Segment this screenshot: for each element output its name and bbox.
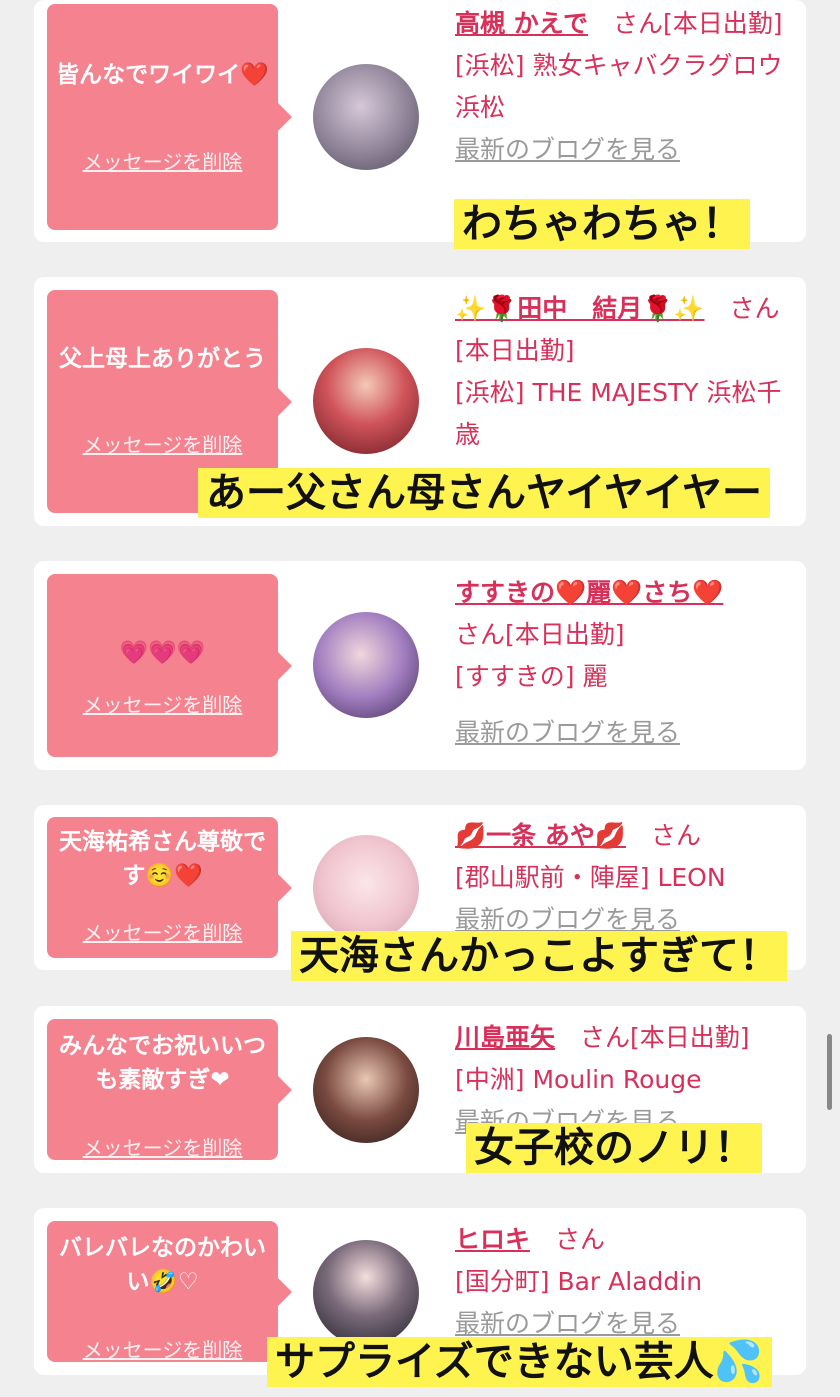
cast-info: 高槻 かえで さん[本日出勤] [浜松] 熟女キャバクラグロウ 浜松 最新のブロ… xyxy=(455,3,795,171)
video-caption: 天海さんかっこよすぎて！ xyxy=(291,931,787,981)
delete-message-link[interactable]: メッセージを削除 xyxy=(47,1334,278,1363)
message-text: 父上母上ありがとう xyxy=(59,346,266,372)
message-text: 天海祐希さん尊敬です☺️❤️ xyxy=(59,829,266,889)
message-text: 💗💗💗 xyxy=(119,640,206,666)
cast-info: 💋一条 あや💋 さん [郡山駅前・陣屋] LEON 最新のブログを見る xyxy=(455,815,795,941)
delete-message-link[interactable]: メッセージを削除 xyxy=(47,1132,278,1161)
video-caption: サプライズできない芸人💦 xyxy=(267,1337,772,1387)
cast-info: ヒロキ さん [国分町] Bar Aladdin 最新のブログを見る xyxy=(455,1219,795,1345)
shop-name: [中洲] Moulin Rouge xyxy=(455,1065,702,1094)
avatar[interactable] xyxy=(313,1240,419,1346)
cast-info: ✨🌹田中 結月🌹✨ さん[本日出勤] [浜松] THE MAJESTY 浜松千歳 xyxy=(455,288,795,456)
message-bubble: みんなでお祝いいつも素敵すぎ❤ メッセージを削除 xyxy=(47,1019,292,1161)
scrollbar[interactable] xyxy=(827,1034,832,1110)
shop-name: [浜松] THE MAJESTY 浜松千歳 xyxy=(455,378,782,449)
message-text: みんなでお祝いいつも素敵すぎ❤ xyxy=(59,1033,266,1093)
message-text: 皆んなでワイワイ❤️ xyxy=(56,62,269,88)
cast-info: すすきの❤️麗❤️さち❤️ さん[本日出勤] [すすきの] 麗 最新のブログを見… xyxy=(455,572,795,768)
message-bubble: バレバレなのかわいい🤣♡ メッセージを削除 xyxy=(47,1221,292,1363)
avatar[interactable] xyxy=(313,1037,419,1143)
cast-status: さん xyxy=(650,821,701,850)
delete-message-link[interactable]: メッセージを削除 xyxy=(47,146,278,175)
latest-blog-link[interactable]: 最新のブログを見る xyxy=(455,135,680,164)
latest-blog-link[interactable]: 最新のブログを見る xyxy=(455,718,680,747)
cast-name-link[interactable]: 💋一条 あや💋 xyxy=(455,821,626,850)
avatar[interactable] xyxy=(313,835,419,941)
avatar[interactable] xyxy=(313,612,419,718)
avatar[interactable] xyxy=(313,348,419,454)
avatar[interactable] xyxy=(313,64,419,170)
latest-blog-link[interactable]: 最新のブログを見る xyxy=(455,1309,680,1338)
shop-name: [すすきの] 麗 xyxy=(455,662,608,691)
video-caption: わちゃわちゃ！ xyxy=(454,199,750,249)
cast-name-link[interactable]: 川島亜矢 xyxy=(455,1023,555,1052)
delete-message-link[interactable]: メッセージを削除 xyxy=(47,429,278,458)
message-card: 💗💗💗 メッセージを削除 すすきの❤️麗❤️さち❤️ さん[本日出勤] [すすき… xyxy=(34,561,806,770)
video-caption: あー父さん母さんヤイヤイヤー xyxy=(198,468,770,518)
shop-name: [郡山駅前・陣屋] LEON xyxy=(455,863,726,892)
shop-name: [浜松] 熟女キャバクラグロウ 浜松 xyxy=(455,51,783,122)
message-bubble: 天海祐希さん尊敬です☺️❤️ メッセージを削除 xyxy=(47,817,292,958)
cast-name-link[interactable]: 高槻 かえで xyxy=(455,9,588,38)
delete-message-link[interactable]: メッセージを削除 xyxy=(47,917,278,946)
cast-name-link[interactable]: ✨🌹田中 結月🌹✨ xyxy=(455,294,705,323)
cast-status: さん[本日出勤] xyxy=(580,1023,750,1052)
shop-name: [国分町] Bar Aladdin xyxy=(455,1267,703,1296)
latest-blog-link[interactable]: 最新のブログを見る xyxy=(455,905,680,934)
cast-status: さん[本日出勤] xyxy=(612,9,783,38)
video-caption: 女子校のノリ！ xyxy=(466,1123,762,1173)
cast-name-link[interactable]: ヒロキ xyxy=(455,1225,530,1254)
cast-status: さん[本日出勤] xyxy=(455,620,625,649)
message-text: バレバレなのかわいい🤣♡ xyxy=(59,1235,266,1295)
message-bubble: 💗💗💗 メッセージを削除 xyxy=(47,574,292,757)
cast-status: さん xyxy=(555,1225,606,1254)
cast-name-link[interactable]: すすきの❤️麗❤️さち❤️ xyxy=(455,578,723,607)
message-bubble: 皆んなでワイワイ❤️ メッセージを削除 xyxy=(47,4,292,230)
delete-message-link[interactable]: メッセージを削除 xyxy=(47,689,278,718)
